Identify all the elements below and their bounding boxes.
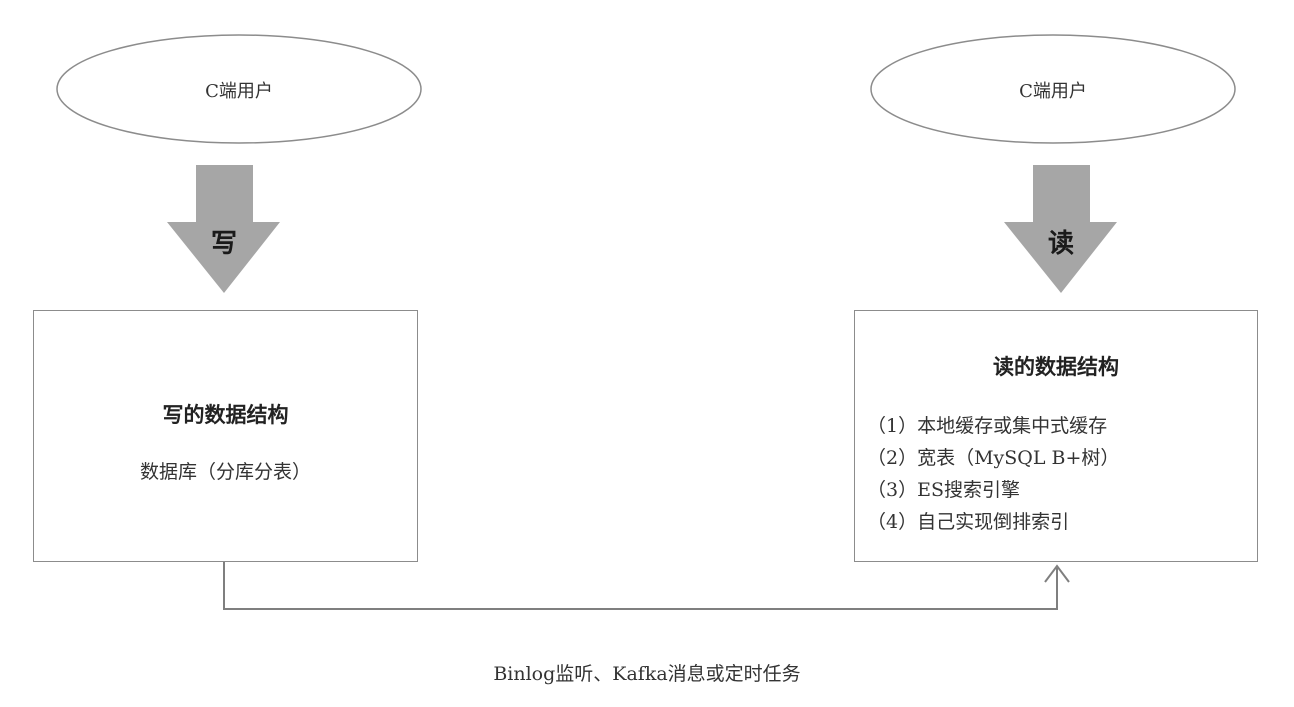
right-user-label: C端用户 (1019, 81, 1087, 102)
sync-connector-line (223, 562, 1058, 610)
read-box-line-3: （3）ES搜索引擎 (867, 479, 1020, 501)
read-box-line-4: （4）自己实现倒排索引 (867, 511, 1070, 533)
read-data-structure-box: 读的数据结构 （1）本地缓存或集中式缓存 （2）宽表（MySQL B+树） （3… (854, 310, 1258, 562)
write-arrow-label: 写 (210, 229, 237, 259)
write-box-line: 数据库（分库分表） (139, 461, 311, 483)
write-data-structure-box: 写的数据结构 数据库（分库分表） (33, 310, 418, 562)
read-box-title: 读的数据结构 (993, 355, 1119, 379)
write-box-title: 写的数据结构 (162, 403, 289, 427)
read-arrow-label: 读 (1047, 229, 1074, 259)
sync-method-label: Binlog监听、Kafka消息或定时任务 (493, 663, 801, 685)
read-box-line-2: （2）宽表（MySQL B+树） (867, 447, 1120, 469)
read-box-line-1: （1）本地缓存或集中式缓存 (867, 415, 1108, 437)
left-user-label: C端用户 (205, 81, 273, 102)
